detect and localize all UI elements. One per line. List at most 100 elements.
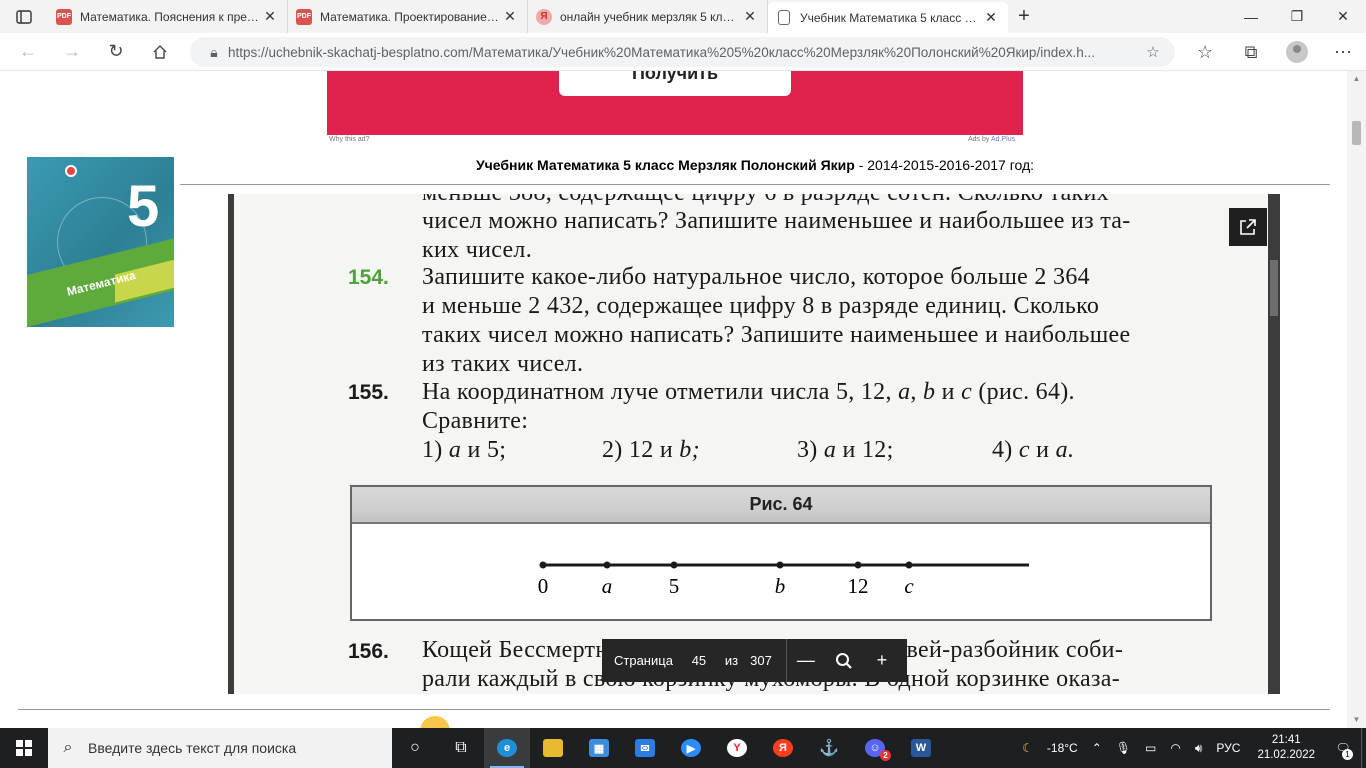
zoom-in-button[interactable]: +	[863, 639, 901, 682]
window-controls: — ❐ ✕	[1228, 0, 1366, 33]
ray-label-b: b	[775, 574, 786, 598]
clock[interactable]: 21:41 21.02.2022	[1247, 733, 1325, 763]
browser-tab-1[interactable]: PDF Математика. Пояснения к презентации …	[48, 0, 288, 33]
tab-actions-button[interactable]	[0, 0, 48, 33]
taskbar-app-yandex-browser[interactable]: Y	[714, 728, 760, 768]
home-button[interactable]	[138, 33, 182, 71]
cover-grade-number: 5	[127, 174, 160, 239]
fullscreen-button[interactable]	[1229, 208, 1267, 246]
tab-title: Математика. Проектирование уроков	[320, 9, 501, 24]
add-favorite-icon[interactable]: ☆	[1141, 43, 1165, 61]
browser-tab-2[interactable]: PDF Математика. Проектирование уроков ✕	[288, 0, 528, 33]
collections-button[interactable]: ⧉	[1228, 33, 1274, 71]
settings-menu-button[interactable]: ⋯	[1320, 33, 1366, 71]
minus-icon: —	[796, 650, 815, 670]
back-button[interactable]: ←	[6, 33, 50, 71]
task-y: b;	[679, 437, 700, 463]
taskbar-app-mail[interactable]: ✉	[622, 728, 668, 768]
problem-number-156: 156.	[348, 640, 389, 663]
book-cover-image[interactable]: 5 Математика	[27, 157, 174, 327]
forward-button[interactable]: →	[50, 33, 94, 71]
advertisement-banner[interactable]: Получить	[327, 71, 1023, 135]
page-scrollbar[interactable]: ▲ ▼	[1347, 71, 1366, 728]
text-span: и	[941, 379, 955, 405]
zoom-out-button[interactable]: —	[787, 639, 825, 682]
taskbar-app-explorer[interactable]	[530, 728, 576, 768]
scroll-up-icon[interactable]: ▲	[1347, 71, 1366, 87]
yandex-icon: Я	[536, 8, 552, 25]
text-span: ,	[910, 379, 917, 405]
toolbar-right: ☆ ⧉ ⋯	[1182, 33, 1366, 71]
tab-title: Учебник Математика 5 класс Мерзляк	[800, 10, 982, 25]
tab-actions-icon	[16, 9, 32, 24]
close-icon[interactable]: ✕	[741, 8, 759, 25]
close-icon[interactable]: ✕	[261, 8, 279, 25]
weather-temp[interactable]: -18°C	[1040, 741, 1085, 755]
publisher-logo-icon	[65, 165, 77, 177]
show-desktop-button[interactable]	[1361, 728, 1366, 768]
notification-center-button[interactable]: 🗨︎ 1	[1325, 728, 1361, 768]
profile-button[interactable]	[1274, 33, 1320, 71]
wifi-icon[interactable]: ◠	[1163, 741, 1187, 755]
viewer-scrollbar-thumb[interactable]	[1270, 260, 1278, 316]
ad-by-label[interactable]: Ads by Ad.Plus	[968, 136, 1015, 143]
battery-icon[interactable]: ▭	[1138, 741, 1163, 755]
language-indicator[interactable]: РУС	[1209, 741, 1247, 755]
chevron-up-icon[interactable]: ⌃	[1085, 741, 1109, 755]
ad-brand[interactable]: Ad.Plus	[991, 136, 1015, 143]
text-line: таких чисел можно написать? Запишите наи…	[422, 322, 1131, 348]
taskbar-search-box[interactable]: ⌕ Введите здесь текст для поиска	[48, 728, 392, 768]
ad-button[interactable]: Получить	[559, 71, 791, 96]
page-number-input[interactable]: 45	[691, 653, 707, 668]
ad-why-link[interactable]: Why this ad?	[329, 136, 369, 143]
figure-title: Рис. 64	[352, 487, 1210, 524]
close-icon[interactable]: ✕	[982, 9, 1000, 26]
taskbar-app-anchor[interactable]: ⚓	[806, 728, 852, 768]
notification-badge: 1	[1342, 749, 1353, 760]
ray-point-0	[539, 561, 547, 569]
scroll-down-icon[interactable]: ▼	[1347, 712, 1366, 728]
minimize-button[interactable]: —	[1228, 0, 1274, 33]
text-line: и меньше 2 432, содержащее цифру 8 в раз…	[422, 293, 1100, 319]
taskbar-app-word[interactable]: W	[898, 728, 944, 768]
task-view-button[interactable]: ⧉	[438, 728, 484, 768]
close-window-button[interactable]: ✕	[1320, 0, 1366, 33]
microphone-icon[interactable]: 🎙︎	[1109, 741, 1138, 755]
task-y: 5;	[487, 437, 507, 463]
text-span: На координатном луче отметили числа 5, 1…	[422, 379, 892, 405]
weather-moon-icon[interactable]: ☾	[1015, 741, 1040, 755]
ray-label-a: a	[602, 574, 613, 598]
taskbar-app-yandex[interactable]: Я	[760, 728, 806, 768]
new-tab-button[interactable]: +	[1008, 0, 1040, 33]
refresh-button[interactable]: ↻	[94, 33, 138, 71]
taskbar-app-zoom[interactable]: ▶	[668, 728, 714, 768]
text-line: меньше 388, содержащее цифру 6 в разряде…	[422, 194, 1109, 207]
taskbar-app-discord[interactable]: ☺ 2	[852, 728, 898, 768]
lock-icon[interactable]: 🔒︎	[200, 44, 228, 61]
start-button[interactable]	[0, 728, 48, 768]
taskbar-app-edge[interactable]: e	[484, 728, 530, 768]
task-y: a.	[1055, 437, 1075, 463]
var-b: b	[923, 379, 936, 405]
zoom-reset-button[interactable]	[825, 639, 863, 682]
favorites-button[interactable]: ☆	[1182, 33, 1228, 71]
text-span: (рис. 64).	[978, 379, 1075, 405]
browser-tab-3[interactable]: Я онлайн учебник мерзляк 5 класс ✕	[528, 0, 768, 33]
pdf-viewer[interactable]: меньше 388, содержащее цифру 6 в разряде…	[228, 194, 1280, 694]
volume-icon[interactable]: 🔊︎	[1188, 741, 1210, 756]
cortana-button[interactable]: ○	[392, 728, 438, 768]
clock-date: 21.02.2022	[1257, 749, 1315, 761]
task-and: и	[1036, 437, 1050, 463]
page-scrollbar-thumb[interactable]	[1352, 121, 1361, 145]
task-num: 3)	[797, 437, 818, 463]
avatar	[1286, 41, 1308, 63]
url-text[interactable]: https://uchebnik-skachatj-besplatno.com/…	[228, 45, 1141, 60]
page-total: 307	[750, 653, 772, 668]
browser-tab-4-active[interactable]: Учебник Математика 5 класс Мерзляк ✕	[768, 2, 1008, 33]
address-bar[interactable]: 🔒︎ https://uchebnik-skachatj-besplatno.c…	[190, 37, 1175, 67]
viewer-scrollbar[interactable]	[1268, 194, 1280, 694]
restore-button[interactable]: ❐	[1274, 0, 1320, 33]
favorites-icon: ☆	[1196, 41, 1214, 62]
taskbar-app-store[interactable]: ▦	[576, 728, 622, 768]
close-icon[interactable]: ✕	[501, 8, 519, 25]
